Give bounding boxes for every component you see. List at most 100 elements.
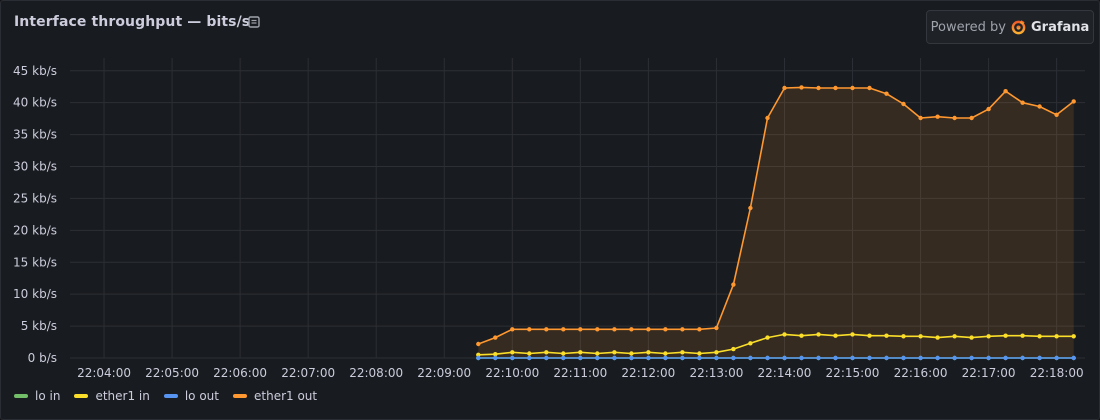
- data-point: [680, 350, 685, 355]
- data-point: [1054, 334, 1059, 339]
- y-tick-label: 35 kb/s: [13, 128, 57, 142]
- data-point: [510, 327, 515, 332]
- legend-label-ether1-in: ether1 in: [95, 389, 150, 403]
- y-tick-label: 0 b/s: [28, 351, 57, 365]
- data-point: [1003, 333, 1008, 338]
- data-point: [765, 335, 770, 340]
- legend-swatch-ether1-in: [74, 394, 89, 398]
- y-tick-label: 15 kb/s: [13, 255, 57, 269]
- data-point: [578, 350, 583, 355]
- data-point: [986, 355, 991, 361]
- data-point: [901, 101, 906, 107]
- data-point: [680, 327, 685, 332]
- data-point: [1071, 355, 1076, 361]
- legend-label-lo-out: lo out: [184, 389, 219, 403]
- data-point: [782, 332, 787, 337]
- y-tick-label: 40 kb/s: [13, 96, 57, 110]
- data-point: [765, 115, 770, 121]
- data-point: [663, 355, 668, 361]
- data-point: [1037, 104, 1042, 109]
- data-point: [612, 355, 617, 361]
- data-point: [952, 115, 957, 121]
- x-tick-label: 22:11:00: [553, 366, 607, 380]
- x-tick-label: 22:04:00: [77, 366, 131, 380]
- x-tick-label: 22:10:00: [485, 366, 539, 380]
- data-point: [476, 355, 481, 361]
- data-point: [799, 333, 804, 338]
- data-point: [714, 355, 719, 361]
- legend-item-lo-out[interactable]: lo out: [163, 389, 219, 403]
- legend: lo in ether1 in lo out ether1 out: [14, 389, 317, 403]
- x-tick-label: 22:08:00: [349, 366, 403, 380]
- legend-item-ether1-in[interactable]: ether1 in: [74, 389, 150, 403]
- x-tick-label: 22:06:00: [213, 366, 267, 380]
- data-point: [918, 115, 923, 121]
- data-point: [782, 355, 787, 361]
- data-point: [544, 350, 549, 355]
- data-point: [595, 351, 600, 356]
- data-point: [527, 327, 532, 332]
- data-point: [816, 85, 821, 91]
- data-point: [867, 85, 872, 91]
- data-point: [1037, 334, 1042, 339]
- x-tick-label: 22:05:00: [145, 366, 199, 380]
- y-tick-label: 5 kb/s: [21, 319, 57, 333]
- data-point: [816, 355, 821, 361]
- data-point: [561, 327, 566, 332]
- legend-item-ether1-out[interactable]: ether1 out: [233, 389, 317, 403]
- data-point: [986, 334, 991, 339]
- data-point: [1071, 334, 1076, 339]
- x-tick-label: 22:13:00: [689, 366, 743, 380]
- data-point: [782, 85, 787, 91]
- data-point: [833, 85, 838, 91]
- x-tick-label: 22:17:00: [962, 366, 1016, 380]
- data-point: [952, 355, 957, 361]
- y-tick-label: 45 kb/s: [13, 64, 57, 78]
- data-point: [731, 355, 736, 361]
- data-point: [629, 351, 634, 356]
- data-point: [833, 333, 838, 338]
- data-point: [578, 355, 583, 361]
- data-point: [935, 355, 940, 361]
- data-point: [884, 333, 889, 338]
- x-tick-label: 22:14:00: [758, 366, 812, 380]
- y-tick-label: 20 kb/s: [13, 223, 57, 237]
- data-point: [1003, 355, 1008, 361]
- data-point: [697, 355, 702, 361]
- x-tick-label: 22:09:00: [417, 366, 471, 380]
- data-point: [663, 327, 668, 332]
- data-point: [850, 332, 855, 337]
- data-point: [612, 350, 617, 355]
- data-point: [799, 355, 804, 361]
- data-point: [493, 355, 498, 361]
- legend-swatch-lo-out: [163, 394, 178, 398]
- data-point: [1054, 112, 1059, 118]
- legend-item-lo-in[interactable]: lo in: [14, 389, 60, 403]
- data-point: [1071, 99, 1076, 104]
- data-point: [1037, 355, 1042, 361]
- x-tick-label: 22:12:00: [621, 366, 675, 380]
- data-point: [748, 355, 753, 361]
- data-point: [680, 355, 685, 361]
- x-tick-label: 22:16:00: [894, 366, 948, 380]
- x-tick-label: 22:07:00: [281, 366, 335, 380]
- legend-swatch-lo-in: [14, 394, 28, 398]
- y-tick-label: 25 kb/s: [13, 191, 57, 205]
- data-point: [1054, 355, 1059, 361]
- data-point: [901, 355, 906, 361]
- data-point: [969, 355, 974, 361]
- data-point: [986, 106, 991, 112]
- data-point: [595, 355, 600, 361]
- data-point: [697, 327, 702, 332]
- data-point: [629, 327, 634, 332]
- data-point: [969, 335, 974, 340]
- y-tick-label: 30 kb/s: [13, 160, 57, 174]
- data-point: [527, 351, 532, 356]
- legend-swatch-ether1-out: [233, 394, 247, 398]
- data-point: [867, 355, 872, 361]
- data-point: [918, 334, 923, 339]
- data-point: [952, 334, 957, 339]
- data-point: [816, 332, 821, 337]
- data-point: [646, 355, 651, 361]
- data-point: [476, 341, 481, 347]
